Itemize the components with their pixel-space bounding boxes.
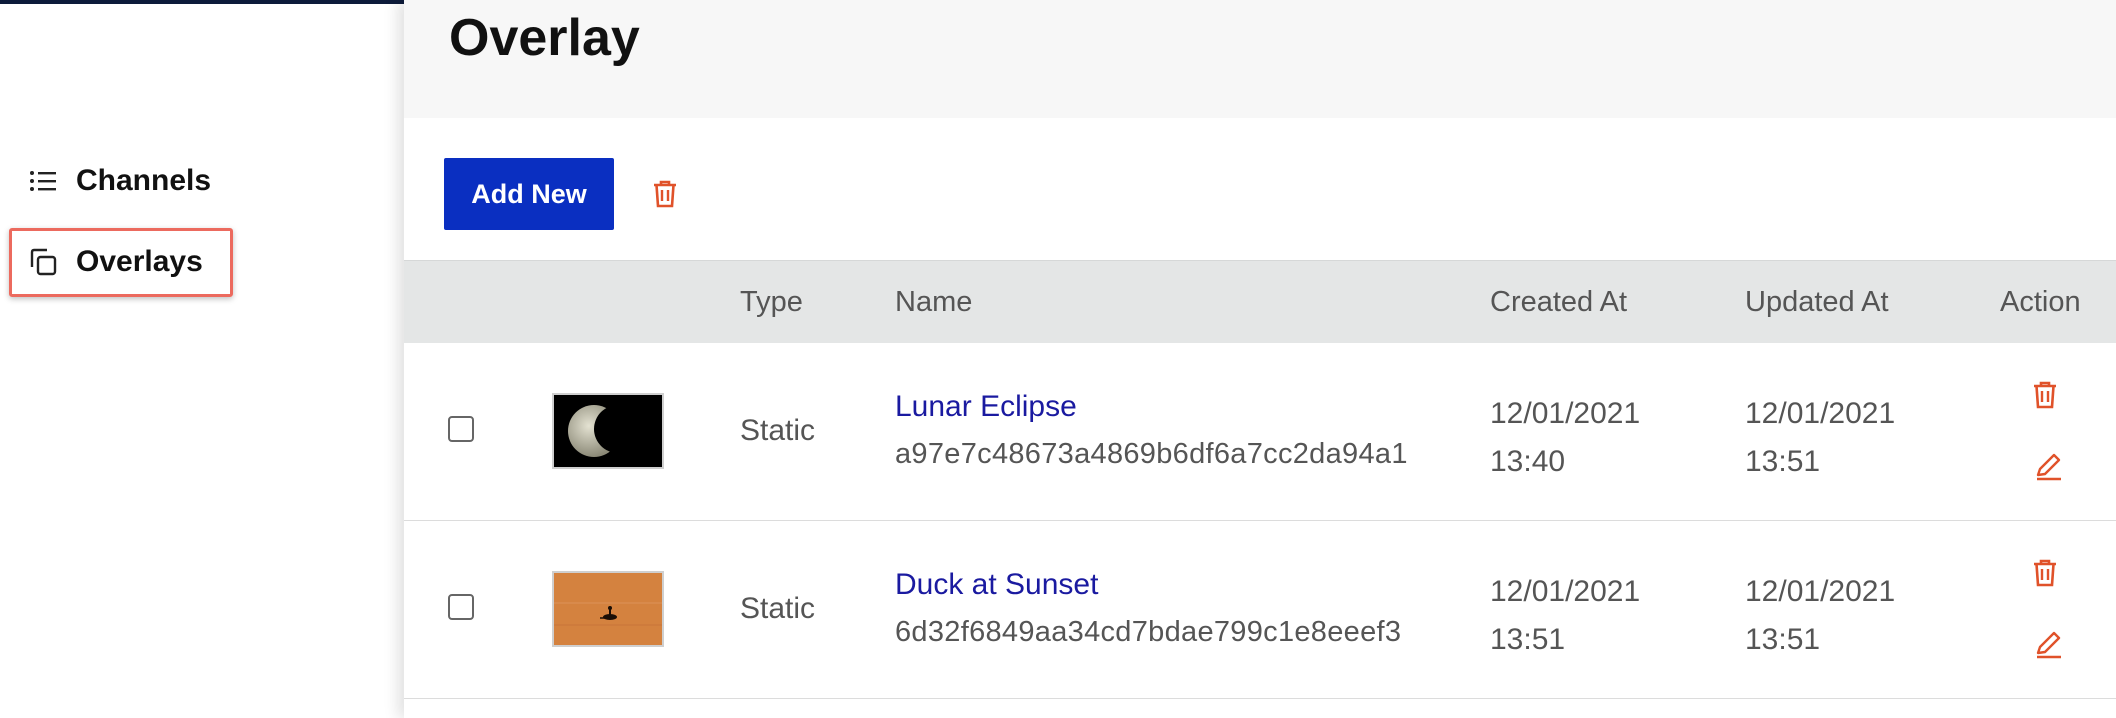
pencil-icon[interactable] — [2033, 628, 2065, 660]
trash-icon[interactable] — [2030, 556, 2060, 590]
created-at-cell: 12/01/2021 13:40 — [1490, 390, 1640, 486]
updated-time: 13:51 — [1745, 623, 1821, 656]
created-time: 13:51 — [1490, 623, 1566, 656]
list-icon — [28, 166, 58, 196]
created-date: 12/01/2021 — [1490, 397, 1641, 430]
sidebar-top-bar — [0, 0, 404, 4]
column-header-created[interactable]: Created At — [1490, 261, 1627, 344]
sidebar-item-channels[interactable]: Channels — [28, 161, 211, 201]
table-header: Type Name Created At Updated At Action — [404, 260, 2116, 343]
copy-icon — [28, 247, 58, 277]
created-date: 12/01/2021 — [1490, 575, 1641, 608]
row-checkbox[interactable] — [448, 594, 474, 620]
page-title: Overlay — [449, 9, 640, 67]
sidebar: Channels Overlays — [0, 0, 404, 718]
column-header-type[interactable]: Type — [740, 261, 803, 344]
updated-at-cell: 12/01/2021 13:51 — [1745, 568, 1895, 664]
main-content: Overlay Add New Type Name Created At Upd… — [404, 0, 2116, 718]
pencil-icon[interactable] — [2033, 450, 2065, 482]
updated-at-cell: 12/01/2021 13:51 — [1745, 390, 1895, 486]
trash-icon[interactable] — [650, 179, 680, 209]
toolbar: Add New — [444, 158, 680, 230]
created-time: 13:40 — [1490, 445, 1566, 478]
created-at-cell: 12/01/2021 13:51 — [1490, 568, 1640, 664]
add-new-button[interactable]: Add New — [444, 158, 614, 230]
updated-date: 12/01/2021 — [1745, 575, 1896, 608]
column-header-action: Action — [2000, 286, 2081, 318]
table-row: Static Lunar Eclipse a97e7c48673a4869b6d… — [404, 344, 2116, 521]
page-header: Overlay — [404, 0, 2116, 118]
type-cell: Static — [740, 414, 816, 447]
type-cell: Static — [740, 592, 816, 625]
updated-time: 13:51 — [1745, 445, 1821, 478]
sidebar-item-overlays[interactable]: Overlays — [28, 242, 203, 282]
column-header-name[interactable]: Name — [895, 261, 972, 344]
table-row: Static Duck at Sunset 6d32f6849aa34cd7bd… — [404, 522, 2116, 699]
trash-icon[interactable] — [2030, 378, 2060, 412]
overlay-id: a97e7c48673a4869b6df6a7cc2da94a1 — [895, 438, 1408, 470]
column-header-updated[interactable]: Updated At — [1745, 261, 1889, 344]
updated-date: 12/01/2021 — [1745, 397, 1896, 430]
sidebar-item-label: Channels — [76, 164, 212, 197]
overlay-name-link[interactable]: Lunar Eclipse — [895, 390, 1077, 424]
overlay-name-link[interactable]: Duck at Sunset — [895, 568, 1098, 602]
thumbnail-duck-at-sunset — [552, 571, 664, 647]
thumbnail-lunar-eclipse — [552, 393, 664, 469]
overlay-id: 6d32f6849aa34cd7bdae799c1e8eeef3 — [895, 616, 1402, 648]
row-checkbox[interactable] — [448, 416, 474, 442]
sidebar-item-label: Overlays — [76, 245, 203, 278]
